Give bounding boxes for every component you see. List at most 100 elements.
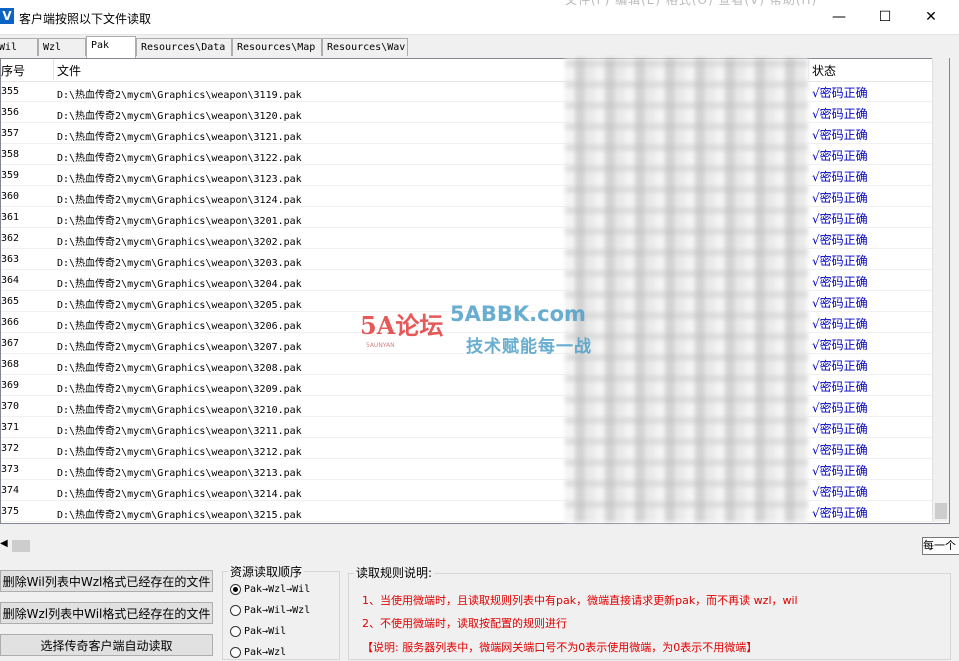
- row-number: 364: [1, 275, 20, 286]
- row-number: 375: [1, 506, 20, 517]
- column-header-no[interactable]: 序号: [1, 62, 25, 79]
- row-number: 368: [1, 359, 20, 370]
- maximize-button[interactable]: ☐: [862, 0, 908, 34]
- rule-note: 【说明: 服务器列表中，微端网关端口号不为0表示使用微端，为0表示不用微端】: [362, 641, 758, 654]
- row-status: √密码正确: [812, 317, 868, 331]
- row-number: 373: [1, 464, 20, 475]
- row-number: 357: [1, 128, 20, 139]
- row-status: √密码正确: [812, 212, 868, 226]
- row-status: √密码正确: [812, 401, 868, 415]
- rules-title: 读取规则说明:: [354, 564, 435, 581]
- row-file-path: D:\热血传奇2\mycm\Graphics\weapon\3208.pak: [57, 363, 302, 374]
- column-header-file[interactable]: 文件: [57, 62, 81, 79]
- rule-1: 1、当使用微端时，且读取规则列表中有pak，微端直接请求更新pak，而不再读 w…: [362, 594, 798, 607]
- row-status: √密码正确: [812, 107, 868, 121]
- row-status: √密码正确: [812, 149, 868, 163]
- scroll-left-icon[interactable]: ◀: [0, 538, 8, 549]
- row-file-path: D:\热血传奇2\mycm\Graphics\weapon\3120.pak: [57, 111, 302, 122]
- minimize-button[interactable]: —: [816, 0, 862, 34]
- row-status: √密码正确: [812, 506, 868, 520]
- background-window-menu: 文件(F) 编辑(E) 格式(O) 查看(V) 帮助(H): [565, 0, 818, 7]
- close-button[interactable]: ✕: [908, 0, 954, 34]
- row-file-path: D:\热血传奇2\mycm\Graphics\weapon\3123.pak: [57, 174, 302, 185]
- vertical-scrollbar[interactable]: [932, 58, 949, 522]
- tab-resources-data[interactable]: Resources\Data: [136, 38, 232, 56]
- row-file-path: D:\热血传奇2\mycm\Graphics\weapon\3121.pak: [57, 132, 302, 143]
- column-header-status[interactable]: 状态: [812, 62, 836, 79]
- read-order-title: 资源读取顺序: [228, 563, 305, 580]
- row-status: √密码正确: [812, 128, 868, 142]
- radio-unchecked-icon: [230, 625, 241, 637]
- tab-wil[interactable]: Wil: [0, 38, 38, 56]
- row-status: √密码正确: [812, 380, 868, 394]
- row-file-path: D:\热血传奇2\mycm\Graphics\weapon\3211.pak: [57, 426, 302, 437]
- horizontal-scroll-thumb[interactable]: [12, 540, 30, 552]
- vertical-scroll-thumb[interactable]: [935, 503, 947, 519]
- row-number: 372: [1, 443, 20, 454]
- radio-pak-wzl[interactable]: Pak→Wzl: [230, 645, 286, 661]
- rule-2: 2、不使用微端时，读取按配置的规则进行: [362, 617, 567, 630]
- row-file-path: D:\热血传奇2\mycm\Graphics\weapon\3203.pak: [57, 258, 302, 269]
- row-number: 360: [1, 191, 20, 202]
- row-file-path: D:\热血传奇2\mycm\Graphics\weapon\3122.pak: [57, 153, 302, 164]
- window-title: 客户端按照以下文件读取: [19, 12, 152, 26]
- row-number: 367: [1, 338, 20, 349]
- row-status: √密码正确: [812, 296, 868, 310]
- row-number: 370: [1, 401, 20, 412]
- row-number: 365: [1, 296, 20, 307]
- radio-unchecked-icon: [230, 646, 241, 658]
- row-number: 363: [1, 254, 20, 265]
- row-status: √密码正确: [812, 275, 868, 289]
- radio-unchecked-icon: [230, 604, 241, 616]
- row-file-path: D:\热血传奇2\mycm\Graphics\weapon\3201.pak: [57, 216, 302, 227]
- row-number: 356: [1, 107, 20, 118]
- row-number: 358: [1, 149, 20, 160]
- row-file-path: D:\热血传奇2\mycm\Graphics\weapon\3206.pak: [57, 321, 302, 332]
- row-status: √密码正确: [812, 170, 868, 184]
- row-status: √密码正确: [812, 443, 868, 457]
- tooltip: 每一个: [922, 537, 959, 555]
- row-file-path: D:\热血传奇2\mycm\Graphics\weapon\3209.pak: [57, 384, 302, 395]
- row-file-path: D:\热血传奇2\mycm\Graphics\weapon\3210.pak: [57, 405, 302, 416]
- row-file-path: D:\热血传奇2\mycm\Graphics\weapon\3119.pak: [57, 90, 302, 101]
- row-file-path: D:\热血传奇2\mycm\Graphics\weapon\3215.pak: [57, 510, 302, 521]
- row-file-path: D:\热血传奇2\mycm\Graphics\weapon\3202.pak: [57, 237, 302, 248]
- delete-wzl-duplicates-button[interactable]: 删除Wzl列表中Wil格式已经存在的文件: [0, 602, 213, 624]
- tab-resources-wav[interactable]: Resources\Wav: [322, 38, 408, 56]
- redacted-column: [565, 58, 808, 522]
- row-file-path: D:\热血传奇2\mycm\Graphics\weapon\3213.pak: [57, 468, 302, 479]
- row-status: √密码正确: [812, 422, 868, 436]
- app-icon: V: [0, 8, 14, 24]
- row-file-path: D:\热血传奇2\mycm\Graphics\weapon\3205.pak: [57, 300, 302, 311]
- row-status: √密码正确: [812, 359, 868, 373]
- radio-pak-wil[interactable]: Pak→Wil: [230, 624, 286, 640]
- row-file-path: D:\热血传奇2\mycm\Graphics\weapon\3204.pak: [57, 279, 302, 290]
- horizontal-scrollbar[interactable]: ◀: [0, 538, 959, 554]
- row-number: 359: [1, 170, 20, 181]
- row-status: √密码正确: [812, 86, 868, 100]
- row-number: 374: [1, 485, 20, 496]
- title-bar: 文件(F) 编辑(E) 格式(O) 查看(V) 帮助(H) V 客户端按照以下文…: [0, 0, 959, 35]
- row-file-path: D:\热血传奇2\mycm\Graphics\weapon\3207.pak: [57, 342, 302, 353]
- row-number: 361: [1, 212, 20, 223]
- row-number: 355: [1, 86, 20, 97]
- tab-resources-map[interactable]: Resources\Map: [232, 38, 322, 56]
- radio-pak-wzl-wil[interactable]: Pak→Wzl→Wil: [230, 582, 310, 598]
- auto-read-client-button[interactable]: 选择传奇客户端自动读取: [0, 634, 213, 656]
- tab-wzl[interactable]: Wzl: [38, 38, 86, 56]
- row-status: √密码正确: [812, 254, 868, 268]
- radio-checked-icon: [230, 583, 241, 595]
- row-status: √密码正确: [812, 338, 868, 352]
- row-status: √密码正确: [812, 464, 868, 478]
- radio-pak-wil-wzl[interactable]: Pak→Wil→Wzl: [230, 603, 310, 619]
- row-status: √密码正确: [812, 233, 868, 247]
- delete-wil-duplicates-button[interactable]: 删除Wil列表中Wzl格式已经存在的文件: [0, 570, 213, 592]
- tab-pak[interactable]: Pak: [86, 36, 136, 58]
- row-number: 366: [1, 317, 20, 328]
- row-file-path: D:\热血传奇2\mycm\Graphics\weapon\3214.pak: [57, 489, 302, 500]
- row-status: √密码正确: [812, 191, 868, 205]
- tab-strip: Wil Wzl Pak Resources\Data Resources\Map…: [0, 36, 959, 58]
- row-file-path: D:\热血传奇2\mycm\Graphics\weapon\3124.pak: [57, 195, 302, 206]
- row-number: 369: [1, 380, 20, 391]
- row-number: 371: [1, 422, 20, 433]
